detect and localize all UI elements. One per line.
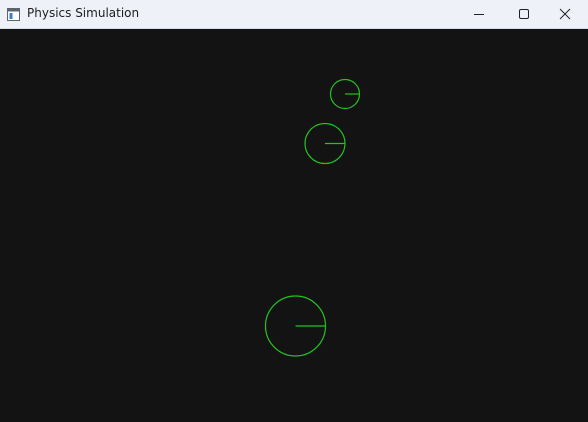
ball-large bbox=[264, 295, 327, 357]
minimize-icon bbox=[474, 14, 484, 15]
maximize-icon bbox=[519, 9, 529, 19]
minimize-button[interactable] bbox=[456, 0, 502, 28]
simulation-drawing bbox=[264, 78, 361, 357]
title-bar[interactable]: Physics Simulation bbox=[0, 0, 588, 29]
ball-medium bbox=[304, 122, 346, 165]
close-icon bbox=[559, 8, 571, 20]
app-window: Physics Simulation bbox=[0, 0, 588, 422]
maximize-button[interactable] bbox=[501, 0, 547, 28]
simulation-canvas[interactable] bbox=[0, 29, 588, 422]
window-title: Physics Simulation bbox=[27, 6, 140, 20]
close-button[interactable] bbox=[542, 0, 588, 28]
ball-small bbox=[329, 78, 361, 110]
app-window-icon bbox=[7, 8, 20, 21]
